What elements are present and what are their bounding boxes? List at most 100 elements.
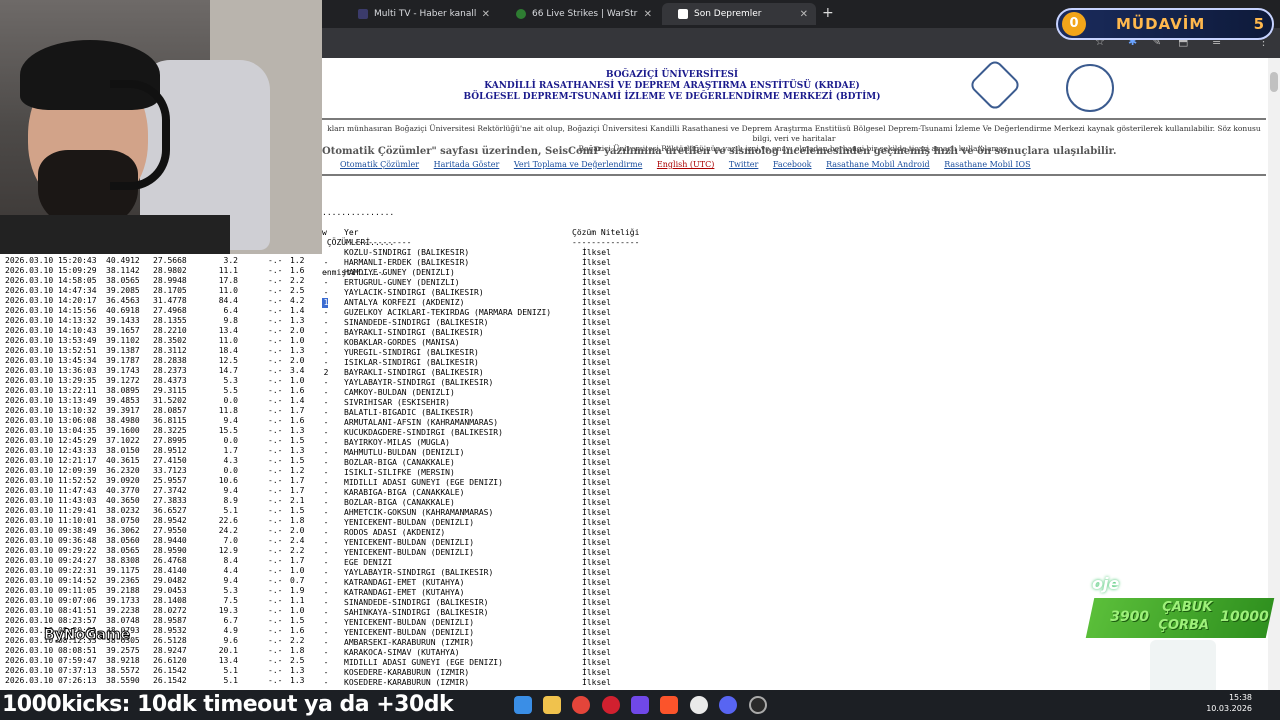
cell-ml: 1.5	[290, 616, 305, 625]
cell-dt: 2026.03.10 09:07:06	[5, 596, 97, 605]
cell-ml: 4.2	[290, 296, 305, 305]
cell-q: İlksel	[582, 288, 611, 297]
cell-depth: 11.0	[218, 336, 238, 345]
link-haritada-goster[interactable]: Haritada Göster	[434, 160, 500, 169]
page-header: BOĞAZİÇİ ÜNİVERSİTESİ KANDİLLİ RASATHANE…	[322, 70, 1022, 103]
cell-w: -.-	[322, 278, 329, 287]
cell-md: -.-	[268, 306, 283, 315]
cell-dt: 2026.03.10 11:10:01	[5, 516, 97, 525]
divider	[322, 174, 1266, 176]
cell-md: -.-	[268, 286, 283, 295]
cell-place: KATRANDAGI-EMET (KUTAHYA)	[344, 588, 465, 597]
close-tab-icon[interactable]: ✕	[482, 9, 490, 20]
page-scrollbar[interactable]	[1268, 58, 1280, 690]
tab-son-depremler[interactable]: Son Depremler ✕	[662, 3, 816, 25]
cell-q: İlksel	[582, 558, 611, 567]
cell-md: -.-	[268, 546, 283, 555]
cell-ml: 1.5	[290, 456, 305, 465]
cell-q: İlksel	[582, 468, 611, 477]
cell-place: BAYIRKOY-MILAS (MUGLA)	[344, 438, 450, 447]
cell-q: İlksel	[582, 498, 611, 507]
cell-lat: 39.1102	[106, 336, 140, 345]
cell-q: İlksel	[582, 268, 611, 277]
link-veri-toplama[interactable]: Veri Toplama ve Değerlendirme	[514, 160, 642, 169]
cell-lon: 26.4768	[153, 556, 187, 565]
taskbar-clock[interactable]: 15:38 10.03.2026	[1206, 692, 1252, 714]
cell-lon: 28.9247	[153, 646, 187, 655]
cell-w: -.-	[322, 288, 329, 297]
cell-depth: 11.0	[218, 286, 238, 295]
cell-w: -.-	[322, 418, 329, 427]
cell-w: -.-	[322, 348, 329, 357]
opera-icon[interactable]	[602, 696, 620, 714]
cell-depth: 5.3	[223, 376, 238, 385]
new-tab-button[interactable]: +	[822, 5, 834, 21]
cell-lon: 28.3112	[153, 346, 187, 355]
cell-ml: 2.0	[290, 526, 305, 535]
discord-icon[interactable]	[719, 696, 737, 714]
cell-place: AHMETCIK-GOKSUN (KAHRAMANMARAS)	[344, 508, 494, 517]
cell-q: İlksel	[582, 378, 611, 387]
cell-place: KOSEDERE-KARABURUN (IZMIR)	[344, 668, 470, 677]
cell-lat: 38.1142	[106, 266, 140, 275]
cell-lat: 38.0232	[106, 506, 140, 515]
brave-icon[interactable]	[660, 696, 678, 714]
tab-warstrikes[interactable]: 66 Live Strikes | WarStrikes.c ✕	[500, 3, 660, 25]
coin-icon: 0	[1062, 12, 1086, 36]
cell-place: HARMANLI-ERDEK (BALIKESIR)	[344, 258, 470, 267]
cell-ml: 1.5	[290, 506, 305, 515]
link-mobil-android[interactable]: Rasathane Mobil Android	[826, 160, 930, 169]
link-english[interactable]: English (UTC)	[657, 160, 714, 169]
file-explorer-icon[interactable]	[543, 696, 561, 714]
cell-dt: 2026.03.10 09:36:48	[5, 536, 97, 545]
link-twitter[interactable]: Twitter	[729, 160, 758, 169]
close-tab-icon[interactable]: ✕	[644, 9, 652, 20]
cell-w: -.-	[322, 598, 329, 607]
cell-w: -.-	[322, 648, 329, 657]
cell-md: -.-	[268, 656, 283, 665]
cell-place: KOBAKLAR-GORDES (MANISA)	[344, 338, 460, 347]
cell-dt: 2026.03.10 08:23:57	[5, 616, 97, 625]
cell-depth: 8.9	[223, 496, 238, 505]
cell-ml: 2.1	[290, 496, 305, 505]
obs-icon[interactable]	[749, 696, 767, 714]
cell-place: CAMKOY-BULDAN (DENIZLI)	[344, 388, 455, 397]
cell-ml: 1.6	[290, 266, 305, 275]
cell-dt: 2026.03.10 11:47:43	[5, 486, 97, 495]
cell-q: İlksel	[582, 618, 611, 627]
windows-start-icon[interactable]	[514, 696, 532, 714]
cell-depth: 7.5	[223, 596, 238, 605]
cell-lat: 40.3615	[106, 456, 140, 465]
cell-w: -.-	[322, 338, 329, 347]
cell-lat: 39.1600	[106, 426, 140, 435]
link-mobil-ios[interactable]: Rasathane Mobil IOS	[944, 160, 1030, 169]
chatgpt-icon[interactable]	[690, 696, 708, 714]
cell-w: -.-	[322, 458, 329, 467]
cell-w: -.-	[322, 578, 329, 587]
cell-dt: 2026.03.10 12:09:39	[5, 466, 97, 475]
close-tab-icon[interactable]: ✕	[800, 9, 808, 20]
cell-q: İlksel	[582, 478, 611, 487]
tab-multi-tv[interactable]: Multi TV - Haber kanallarını ay ✕	[342, 3, 498, 25]
cell-place: HAMDIYE-GUNEY (DENIZLI)	[344, 268, 455, 277]
cell-dt: 2026.03.10 13:06:08	[5, 416, 97, 425]
cell-q: İlksel	[582, 428, 611, 437]
cell-md: -.-	[268, 516, 283, 525]
cell-ml: 1.0	[290, 566, 305, 575]
app-icon[interactable]	[631, 696, 649, 714]
link-otomatik-cozumler[interactable]: Otomatik Çözümler	[340, 160, 419, 169]
scrollbar-thumb[interactable]	[1270, 72, 1278, 92]
cell-depth: 19.3	[218, 606, 238, 615]
chrome-icon[interactable]	[572, 696, 590, 714]
cell-depth: 8.4	[223, 556, 238, 565]
divider	[322, 118, 1266, 120]
cell-ml: 1.8	[290, 646, 305, 655]
cell-dt: 2026.03.10 14:10:43	[5, 326, 97, 335]
cell-lon: 28.4373	[153, 376, 187, 385]
cell-md: -.-	[268, 506, 283, 515]
link-facebook[interactable]: Facebook	[773, 160, 812, 169]
goal-target: 10000	[1220, 609, 1269, 625]
cell-md: -.-	[268, 596, 283, 605]
cell-q: İlksel	[582, 578, 611, 587]
cell-md: -.-	[268, 586, 283, 595]
